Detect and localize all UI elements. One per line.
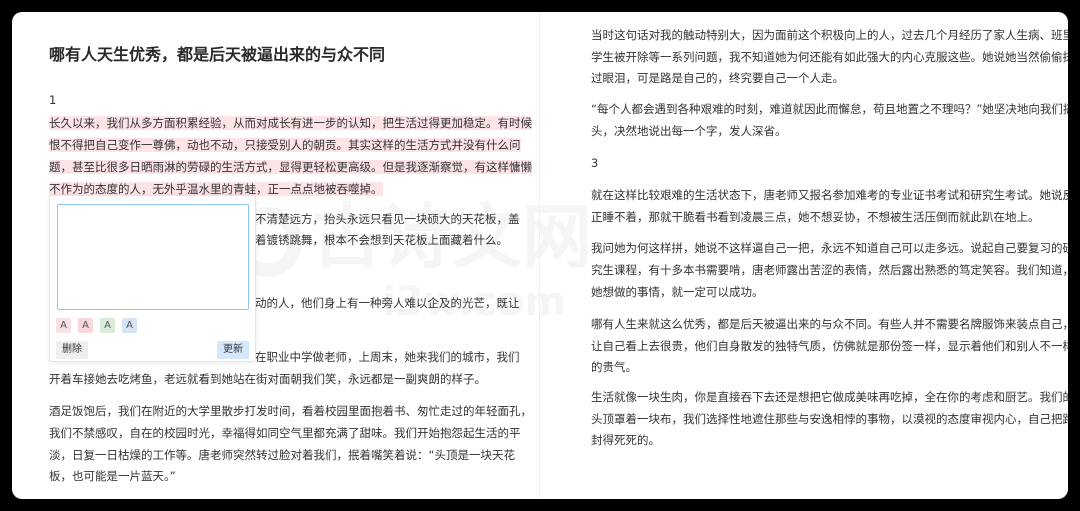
paragraph-line: 学生被开除等一系列问题，我不知道她为何还能有如此强大的内心克服这些。她说她当然偷… [591,50,1068,64]
paragraph-line: 的贵气。 [591,360,637,374]
paragraph-line: 动的人，他们身上有一种旁人难以企及的光芒，既让 [255,296,520,310]
highlight-color-option[interactable]: A [56,318,71,333]
paragraph-line: 究生课程，有十多本书需要啃，唐老师露出苦涩的表情，然后露出熟悉的笃定笑容。我们知… [591,263,1068,277]
paragraph-line: 当时这句话对我的触动特别大，因为面前这个积极向上的人，过去几个月经历了家人生病、… [591,28,1068,42]
paragraph-line: 封得死死的。 [591,433,660,447]
paragraph-line: 我们不禁感叹，自在的校园时光，幸福得如同空气里都充满了甜味。我们开始抱怨起生活的… [49,426,521,440]
note-popup: A A A A 删除 更新 [49,195,256,362]
note-textarea[interactable] [57,204,249,310]
paragraph-line: 在职业中学做老师，上周末，她来我们的城市，我们 [255,350,520,364]
paragraph-line: 她想做的事情，就一定可以成功。 [591,285,764,299]
paragraph-line: 淡，日复一日枯燥的工作等。唐老师突然转过脸对着我们，抿着嘴笑着说：“头顶是一块天… [49,448,515,462]
section-number: 3 [591,156,599,170]
highlighted-line[interactable]: 恨不得把自己变作一尊佛，动也不动，只接受别人的朝贡。其实这样的生活方式并没有什么… [49,138,521,152]
paragraph-line: 生活就像一块生肉，你是直接吞下去还是想把它做成美味再吃掉，全在你的考虑和厨艺。我… [591,390,1068,404]
update-note-button[interactable]: 更新 [217,341,249,359]
highlight-color-option[interactable]: A [100,318,115,333]
paragraph-line: 我问她为何这样拼，她说不这样逼自己一把，永远不知道自己可以走多远。说起自己要复习… [591,241,1068,255]
paragraph-line: 过眼泪，可是路是自己的，终究要自己一个人走。 [591,71,844,85]
highlight-color-option[interactable]: A [78,318,93,333]
article-title: 哪有人天生优秀，都是后天被逼出来的与众不同 [49,45,386,64]
paragraph-line: “每个人都会遇到各种艰难的时刻，难道就因此而懈怠，苟且地置之不理吗？”她坚决地向… [591,102,1068,116]
paragraph-line: 着镀锈跳舞，根本不会想到天花板上面藏着什么。 [255,233,508,247]
paragraph-line: 开着车接她去吃烤鱼，老远就看到她站在街对面朝我们笑，永远都是一副爽朗的样子。 [49,372,486,386]
section-number: 1 [49,93,57,107]
delete-note-button[interactable]: 删除 [56,341,88,359]
left-page: 哪有人天生优秀，都是后天被逼出来的与众不同 1 长久以来，我们从多方面积累经验，… [12,12,540,499]
highlighted-line[interactable]: 题，甚至比很多日晒雨淋的劳碌的生活方式，显得更轻松更高级。但是我逐渐察觉，有这样… [49,160,532,174]
paragraph-line: 头，决然地说出每一个字，发人深省。 [591,124,787,138]
right-page: 当时这句话对我的触动特别大，因为面前这个积极向上的人，过去几个月经历了家人生病、… [540,12,1068,499]
highlighted-line[interactable]: 长久以来，我们从多方面积累经验，从而对成长有进一步的认知，把生活过得更加稳定。有… [49,116,532,130]
paragraph-line: 头顶罩着一块布，我们选择性地遮住那些与安逸相悖的事物，以漠视的态度审视内心，自己… [591,412,1068,426]
reader-window: 古诗文网 i3w.com 哪有人天生优秀，都是后天被逼出来的与众不同 1 长久以… [12,12,1068,499]
paragraph-line: 不清楚远方，抬头永远只看见一块硕大的天花板，盖 [255,212,520,226]
paragraph-line: 正睡不着，那就干脆看书看到凌晨三点，她不想妥协，不想被生活压倒而就此趴在地上。 [591,210,1040,224]
highlight-color-option[interactable]: A [122,318,137,333]
highlighted-line[interactable]: 不作为的态度的人，无外乎温水里的青蛙，正一点点地被吞噬掉。 [49,182,383,196]
paragraph-line: 让自己看上去很贵，他们自身散发的独特气质，仿佛就是那份签一样，显示着他们和别人不… [591,339,1068,353]
paragraph-line: 就在这样比较艰难的生活状态下，唐老师又报名参加难考的专业证书考试和研究生考试。她… [591,188,1068,202]
paragraph-line: 板，也可能是一片蓝天。” [49,469,176,483]
paragraph-line: 酒足饭饱后，我们在附近的大学里散步打发时间，看着校园里面抱着书、匆忙走过的年轻面… [49,404,532,418]
paragraph-line: 哪有人生来就这么优秀，都是后天被逼出来的与众不同。有些人并不需要名牌服饰来装点自… [591,317,1068,331]
